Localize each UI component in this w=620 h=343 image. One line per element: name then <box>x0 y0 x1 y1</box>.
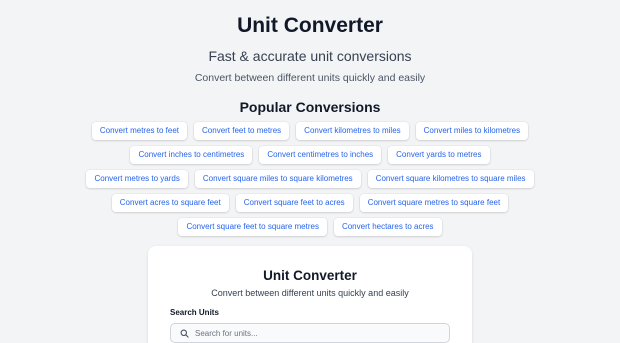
conversion-link-feet-to-metres[interactable]: Convert feet to metres <box>194 122 290 140</box>
conversion-link-square-feet-to-square-metres[interactable]: Convert square feet to square metres <box>178 218 327 236</box>
conversion-link-hectares-to-acres[interactable]: Convert hectares to acres <box>333 218 442 236</box>
hero-header: Unit Converter Fast & accurate unit conv… <box>0 0 620 85</box>
conversion-link-inches-to-centimetres[interactable]: Convert inches to centimetres <box>130 146 253 164</box>
popular-conversions-title: Popular Conversions <box>239 99 381 115</box>
page-subtitle: Convert between different units quickly … <box>194 72 426 84</box>
conversion-link-square-metres-to-square-feet[interactable]: Convert square metres to square feet <box>359 194 509 212</box>
conversion-link-metres-to-yards[interactable]: Convert metres to yards <box>86 170 188 188</box>
conversion-link-acres-to-square-feet[interactable]: Convert acres to square feet <box>111 194 229 212</box>
conversion-link-square-miles-to-square-kilometres[interactable]: Convert square miles to square kilometre… <box>194 170 361 188</box>
conversion-link-miles-to-kilometres[interactable]: Convert miles to kilometres <box>415 122 529 140</box>
search-units-label: Search Units <box>170 308 219 317</box>
conversion-link-yards-to-metres[interactable]: Convert yards to metres <box>388 146 490 164</box>
page-title: Unit Converter <box>237 14 383 37</box>
conversion-link-square-kilometres-to-square-miles[interactable]: Convert square kilometres to square mile… <box>367 170 534 188</box>
search-units-box[interactable] <box>170 323 450 343</box>
converter-card-title: Unit Converter <box>263 268 357 283</box>
conversion-link-kilometres-to-miles[interactable]: Convert kilometres to miles <box>296 122 409 140</box>
page-tagline: Fast & accurate unit conversions <box>208 48 412 64</box>
popular-conversions-section: Popular Conversions Convert metres to fe… <box>0 98 620 236</box>
conversion-link-square-feet-to-acres[interactable]: Convert square feet to acres <box>235 194 353 212</box>
search-icon <box>177 326 191 340</box>
search-units-input[interactable] <box>195 328 435 338</box>
conversion-link-metres-to-feet[interactable]: Convert metres to feet <box>91 122 188 140</box>
popular-conversions-list: Convert metres to feet Convert feet to m… <box>80 122 540 236</box>
converter-card: Unit Converter Convert between different… <box>148 246 472 343</box>
conversion-link-centimetres-to-inches[interactable]: Convert centimetres to inches <box>259 146 382 164</box>
converter-card-subtitle: Convert between different units quickly … <box>211 288 409 298</box>
